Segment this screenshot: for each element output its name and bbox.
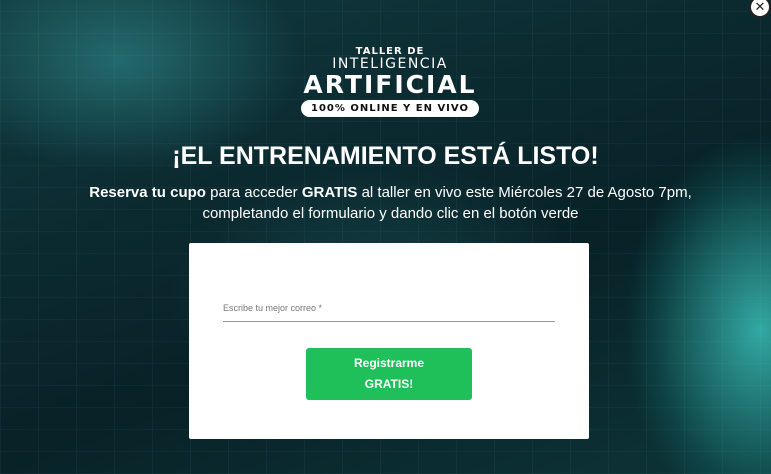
subtext-line-1: Reserva tu cupo para acceder GRATIS al t… bbox=[40, 182, 741, 203]
subtext-part-1: para acceder bbox=[205, 184, 302, 201]
form-card: Registrarme GRATIS! bbox=[189, 243, 589, 439]
logo-badge: 100% ONLINE Y EN VIVO bbox=[301, 100, 479, 117]
register-button-line-1: Registrarme bbox=[353, 356, 425, 370]
register-button-line-2: GRATIS! bbox=[364, 377, 414, 391]
headline: ¡EL ENTRENAMIENTO ESTÁ LISTO! bbox=[172, 142, 599, 170]
subtext-bold-free: GRATIS bbox=[301, 184, 358, 201]
register-button[interactable]: Registrarme GRATIS! bbox=[306, 348, 472, 400]
subtext: Reserva tu cupo para acceder GRATIS al t… bbox=[40, 182, 741, 224]
subtext-bold-reserve: Reserva tu cupo bbox=[89, 184, 206, 201]
signup-modal: ✕ TALLER DE INTELIGENCIA ARTIFICIAL 100%… bbox=[0, 0, 771, 474]
email-field-wrapper bbox=[223, 295, 555, 322]
workshop-logo: TALLER DE INTELIGENCIA ARTIFICIAL 100% O… bbox=[292, 46, 488, 122]
email-field[interactable] bbox=[223, 295, 555, 321]
subtext-line-2: completando el formulario y dando clic e… bbox=[202, 205, 579, 222]
subtext-part-2: al taller en vivo este Miércoles 27 de A… bbox=[357, 184, 692, 201]
logo-line-3: ARTIFICIAL bbox=[303, 70, 477, 99]
